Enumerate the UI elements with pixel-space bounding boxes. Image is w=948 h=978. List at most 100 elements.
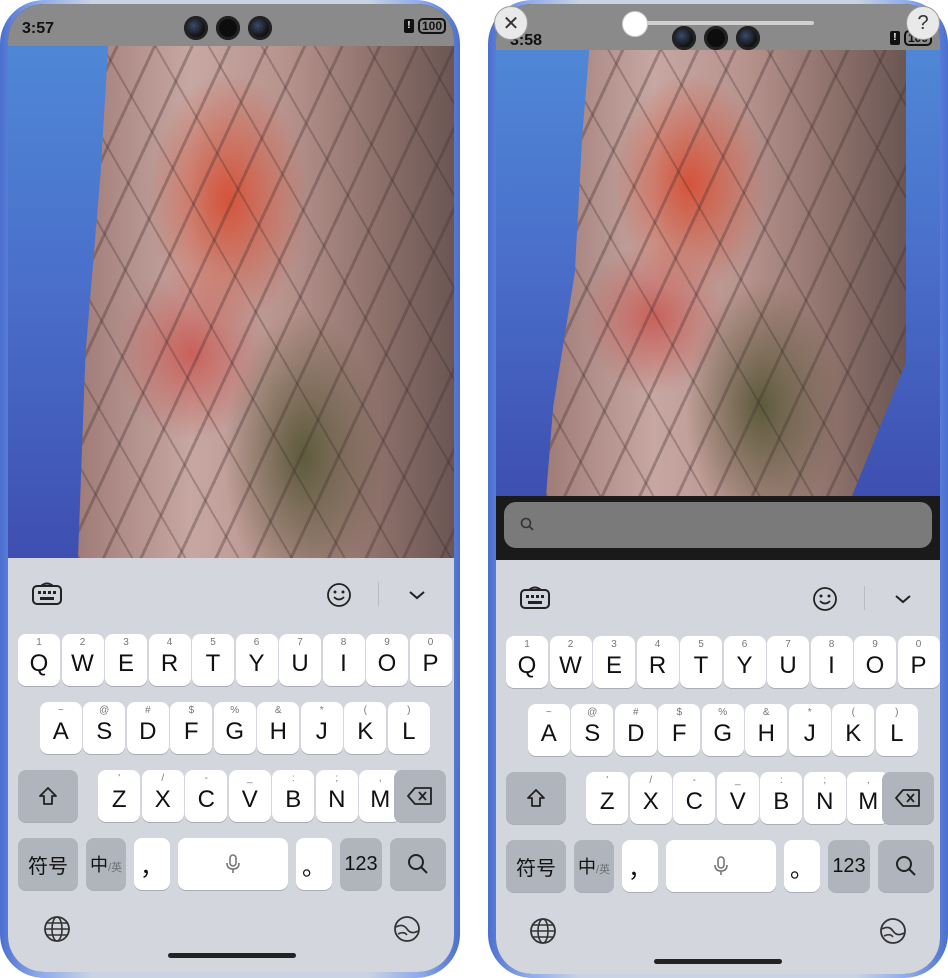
period-key[interactable]: 。 (296, 838, 332, 890)
key-label: Y (736, 652, 753, 679)
language-switch-key[interactable]: 中/英 (574, 840, 614, 892)
shift-key[interactable] (506, 772, 566, 824)
key-secondary-label: 9 (384, 637, 390, 648)
backspace-key[interactable] (882, 772, 934, 824)
key-y[interactable]: 6Y (723, 636, 766, 688)
key-c[interactable]: -C (673, 772, 716, 824)
symbols-key[interactable]: 符号 (18, 838, 78, 890)
key-label: 符号 (28, 855, 68, 878)
emoji-icon[interactable] (810, 584, 840, 614)
home-indicator[interactable] (168, 953, 296, 958)
key-d[interactable]: # D (126, 702, 169, 754)
comma-key[interactable]: ， (622, 840, 658, 892)
key-label: H (757, 720, 775, 747)
comma-key[interactable]: ， (134, 838, 170, 890)
key-v[interactable]: _ V (228, 770, 271, 822)
search-key[interactable] (878, 840, 934, 892)
chevron-down-icon[interactable] (404, 582, 430, 608)
key-b[interactable]: :B (760, 772, 803, 824)
period-key[interactable]: 。 (784, 840, 820, 892)
key-k[interactable]: (K (832, 704, 875, 756)
keyboard-icon[interactable] (30, 580, 64, 608)
key-t[interactable]: 5T (192, 634, 234, 686)
key-r[interactable]: 4R (148, 634, 191, 686)
key-g[interactable]: % G (701, 704, 744, 756)
home-indicator[interactable] (654, 959, 782, 964)
key-x[interactable]: / X (141, 770, 184, 822)
key-secondary-label: 0 (427, 637, 434, 648)
key-s[interactable]: @ S (83, 702, 126, 754)
key-a[interactable]: ~ A (527, 704, 570, 756)
numbers-key[interactable]: 123 (828, 840, 870, 892)
key-j[interactable]: * J (788, 704, 831, 756)
key-x[interactable]: / X (629, 772, 672, 824)
backspace-key[interactable] (394, 770, 446, 822)
key-s[interactable]: @ S (571, 704, 614, 756)
space-key[interactable] (666, 840, 776, 892)
key-z[interactable]: ' Z (586, 772, 629, 824)
drag-knob[interactable] (622, 11, 648, 37)
shift-key[interactable] (18, 770, 78, 822)
key-v[interactable]: _ V (716, 772, 759, 824)
key-l[interactable]: ) L (875, 704, 918, 756)
key-secondary-label: 4 (654, 639, 661, 650)
key-t[interactable]: 5T (680, 636, 722, 688)
drag-handle[interactable] (628, 21, 814, 25)
chevron-down-icon[interactable] (890, 586, 916, 612)
key-label: J (803, 720, 816, 747)
key-secondary-label: 6 (741, 639, 748, 650)
key-d[interactable]: # D (614, 704, 657, 756)
key-g[interactable]: % G (213, 702, 256, 754)
key-e[interactable]: 3E (593, 636, 635, 688)
key-w[interactable]: 2W (549, 636, 592, 688)
key-q[interactable]: 1Q (506, 636, 548, 688)
key-r[interactable]: 4R (636, 636, 679, 688)
globe-icon[interactable] (528, 916, 558, 946)
key-o[interactable]: 9O (854, 636, 896, 688)
key-p[interactable]: 0P (897, 636, 940, 688)
key-a[interactable]: ~ A (39, 702, 82, 754)
key-n[interactable]: ; N (803, 772, 846, 824)
key-secondary-label: - (692, 775, 696, 786)
symbols-key[interactable]: 符号 (506, 840, 566, 892)
key-secondary-label: 1 (524, 639, 530, 650)
search-bar[interactable] (504, 502, 932, 548)
key-w[interactable]: 2W (61, 634, 104, 686)
key-u[interactable]: 7U (767, 636, 809, 688)
microphone-icon (226, 854, 240, 873)
language-switch-key[interactable]: 中/英 (86, 838, 126, 890)
key-i[interactable]: 8I (810, 636, 853, 688)
key-f[interactable]: $ F (658, 704, 701, 756)
theme-icon[interactable] (878, 916, 908, 946)
key-label: T (693, 652, 709, 679)
key-o[interactable]: 9O (366, 634, 408, 686)
key-u[interactable]: 7U (279, 634, 321, 686)
key-n[interactable]: ; N (315, 770, 358, 822)
key-b[interactable]: :B (272, 770, 315, 822)
key-c[interactable]: -C (185, 770, 228, 822)
key-label: C (685, 788, 703, 815)
keyboard-icon[interactable] (518, 584, 552, 612)
key-j[interactable]: * J (300, 702, 343, 754)
key-q[interactable]: 1Q (18, 634, 60, 686)
emoji-icon[interactable] (324, 580, 354, 610)
close-button[interactable]: ✕ (494, 6, 528, 40)
key-secondary-label: ) (895, 707, 899, 718)
numbers-key[interactable]: 123 (340, 838, 382, 890)
key-l[interactable]: ) L (387, 702, 430, 754)
theme-icon[interactable] (392, 914, 422, 944)
space-key[interactable] (178, 838, 288, 890)
key-f[interactable]: $ F (170, 702, 213, 754)
key-e[interactable]: 3E (105, 634, 147, 686)
help-button[interactable]: ? (906, 6, 940, 40)
key-h[interactable]: & H (745, 704, 788, 756)
key-label: L (890, 720, 904, 747)
key-k[interactable]: (K (344, 702, 387, 754)
key-p[interactable]: 0P (409, 634, 452, 686)
globe-icon[interactable] (42, 914, 72, 944)
key-h[interactable]: & H (257, 702, 300, 754)
key-z[interactable]: ' Z (98, 770, 141, 822)
key-i[interactable]: 8I (322, 634, 365, 686)
key-y[interactable]: 6Y (235, 634, 278, 686)
search-key[interactable] (390, 838, 446, 890)
